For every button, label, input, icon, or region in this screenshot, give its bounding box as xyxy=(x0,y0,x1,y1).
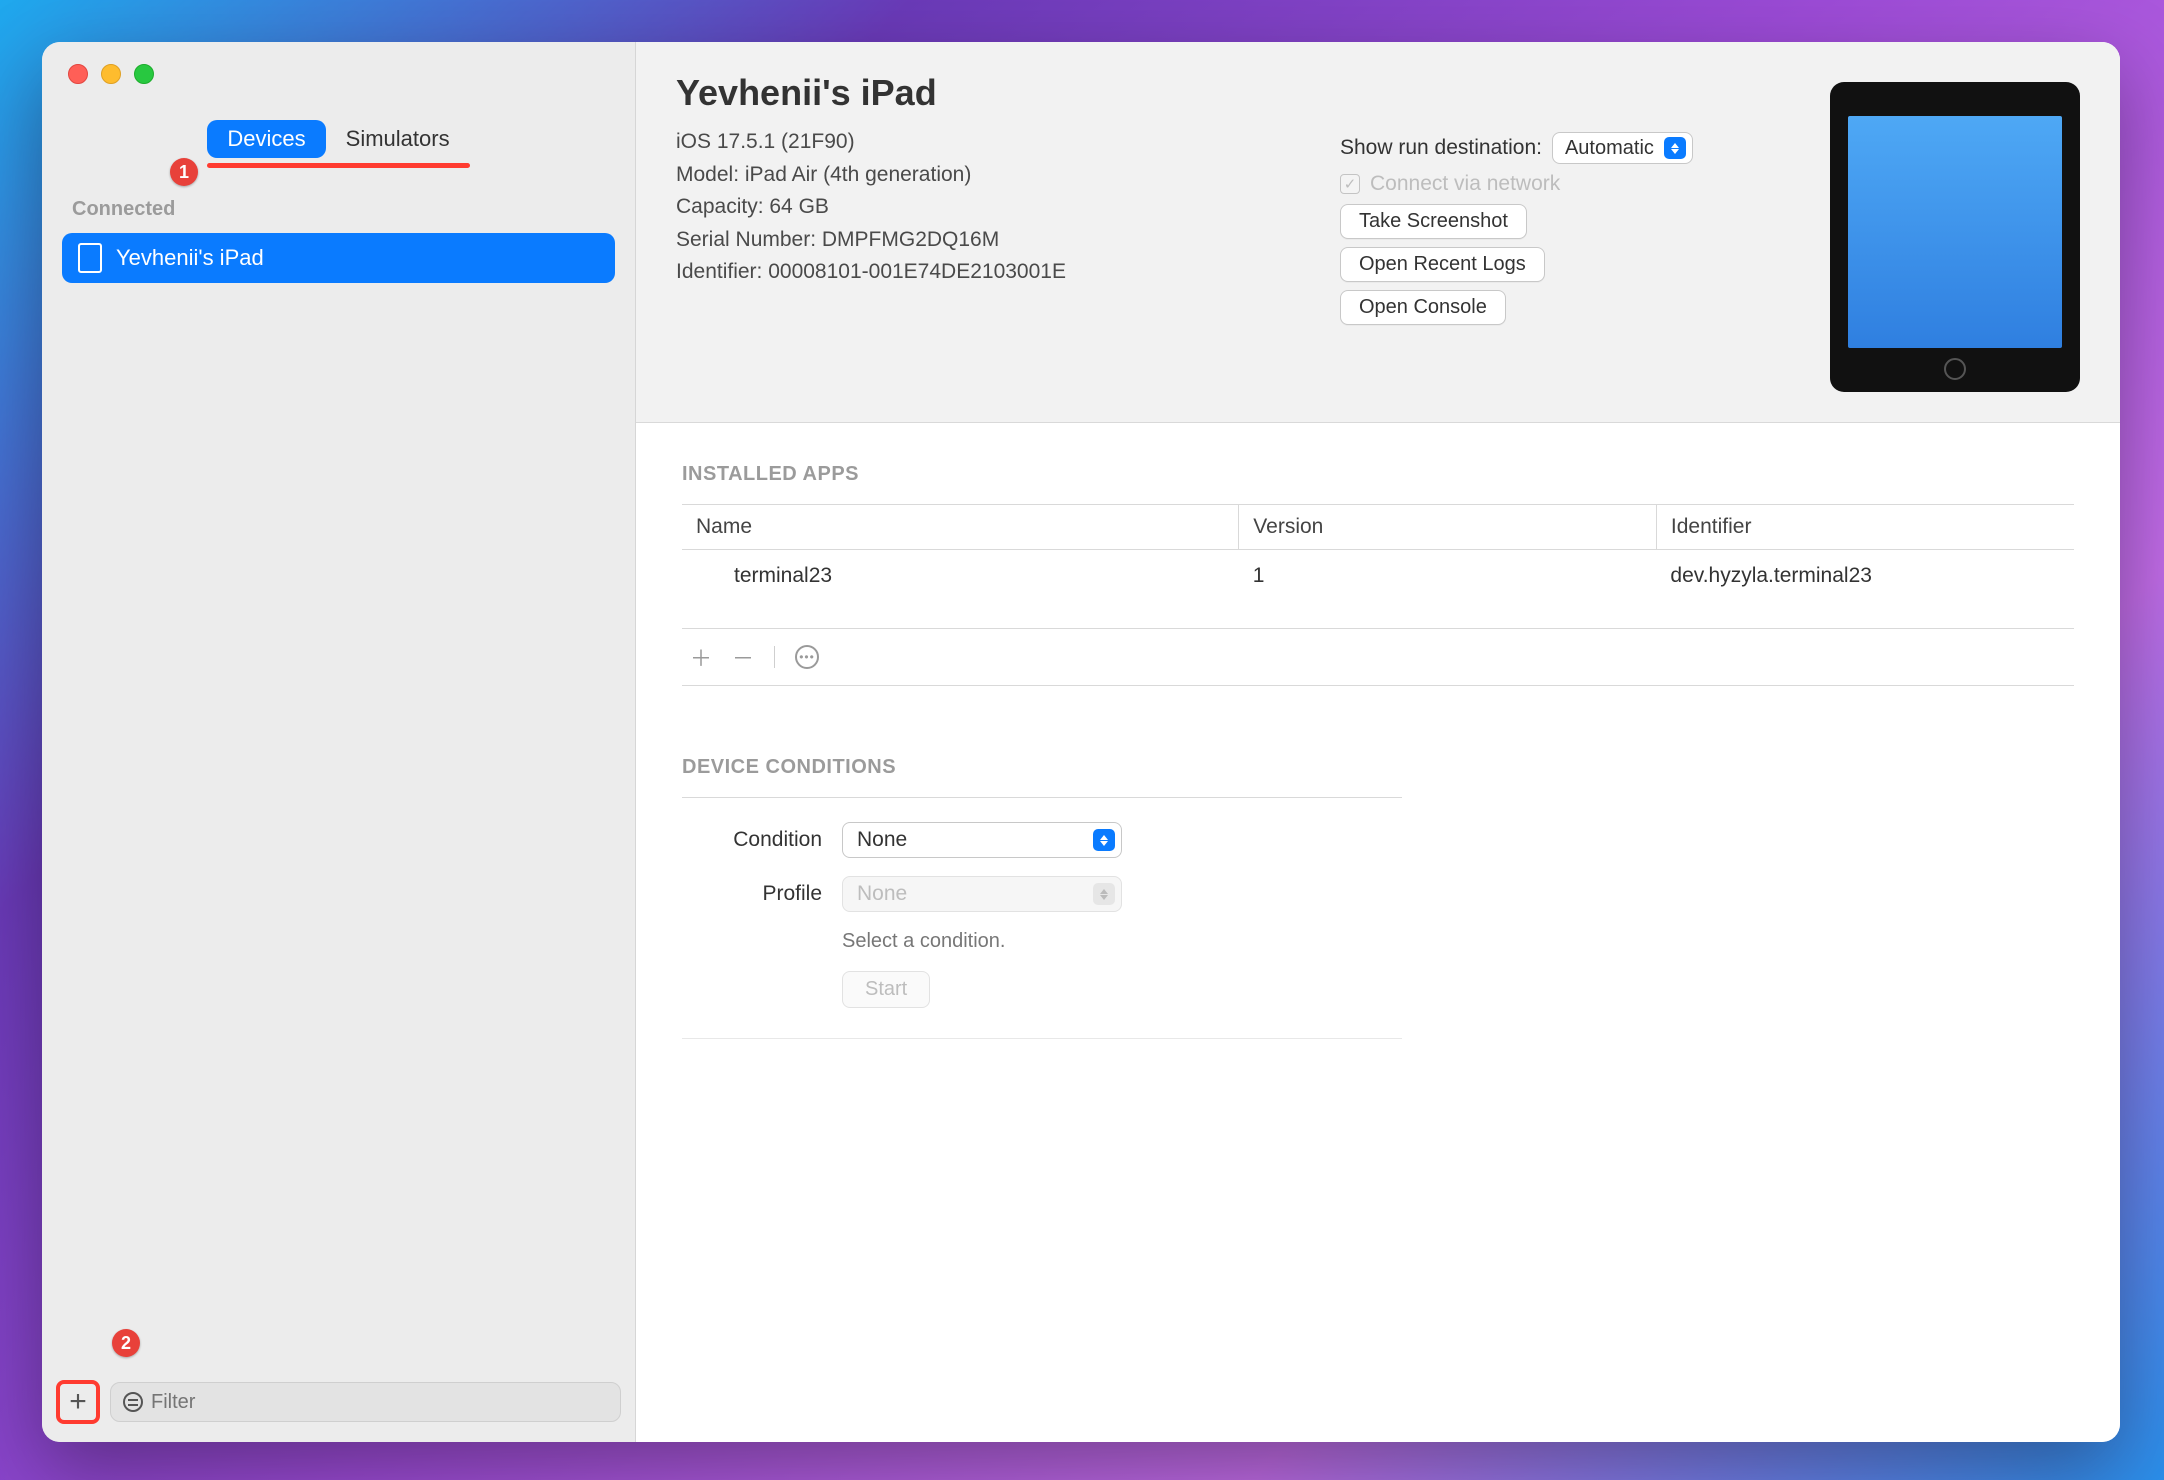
maximize-window-button[interactable] xyxy=(134,64,154,84)
device-actions: Show run destination: Automatic ✓ Connec… xyxy=(1340,72,1760,392)
connect-network-checkbox: ✓ xyxy=(1340,174,1360,194)
remove-app-button[interactable]: － xyxy=(732,641,754,673)
device-capacity: Capacity: 64 GB xyxy=(676,191,1340,224)
device-header: Yevhenii's iPad iOS 17.5.1 (21F90) Model… xyxy=(636,42,2120,423)
col-version[interactable]: Version xyxy=(1239,505,1657,550)
condition-select[interactable]: None xyxy=(842,822,1122,858)
condition-label: Condition xyxy=(682,828,822,852)
sidebar: Devices Simulators 1 Connected Yevhenii'… xyxy=(42,42,636,1442)
app-identifier: dev.hyzyla.terminal23 xyxy=(1656,550,2074,603)
run-destination-select[interactable]: Automatic xyxy=(1552,132,1693,164)
connect-network-label: Connect via network xyxy=(1370,172,1560,196)
device-image-wrap xyxy=(1760,72,2080,392)
sidebar-device-row[interactable]: Yevhenii's iPad xyxy=(62,233,615,283)
start-button: Start xyxy=(842,971,930,1008)
sidebar-device-name: Yevhenii's iPad xyxy=(116,245,264,271)
close-window-button[interactable] xyxy=(68,64,88,84)
profile-select: None xyxy=(842,876,1122,912)
condition-value: None xyxy=(857,828,907,852)
filter-icon xyxy=(123,1392,143,1412)
sidebar-section-connected: Connected xyxy=(42,158,635,229)
separator xyxy=(774,646,775,668)
table-header-row: Name Version Identifier xyxy=(682,505,2074,550)
open-recent-logs-button[interactable]: Open Recent Logs xyxy=(1340,247,1545,282)
add-button[interactable]: + xyxy=(56,1380,100,1424)
ipad-screen xyxy=(1848,116,2062,348)
profile-label: Profile xyxy=(682,882,822,906)
run-destination-label: Show run destination: xyxy=(1340,136,1542,160)
device-conditions-section: DEVICE CONDITIONS Condition None Profile… xyxy=(682,756,2074,1039)
app-version: 1 xyxy=(1239,550,1657,603)
ipad-icon xyxy=(78,243,102,273)
minimize-window-button[interactable] xyxy=(101,64,121,84)
run-destination-value: Automatic xyxy=(1565,137,1654,160)
take-screenshot-button[interactable]: Take Screenshot xyxy=(1340,204,1527,239)
tab-devices[interactable]: Devices xyxy=(207,120,325,158)
col-identifier[interactable]: Identifier xyxy=(1656,505,2074,550)
device-serial: Serial Number: DMPFMG2DQ16M xyxy=(676,224,1340,257)
annotation-badge-1: 1 xyxy=(170,158,198,186)
app-name: terminal23 xyxy=(682,550,1239,603)
table-row[interactable]: terminal23 1 dev.hyzyla.terminal23 xyxy=(682,550,2074,603)
profile-value: None xyxy=(857,882,907,906)
device-os: iOS 17.5.1 (21F90) xyxy=(676,126,1340,159)
more-actions-button[interactable]: ••• xyxy=(795,645,819,669)
open-console-button[interactable]: Open Console xyxy=(1340,290,1506,325)
annotation-badge-2: 2 xyxy=(112,1329,140,1357)
filter-input[interactable] xyxy=(151,1391,608,1414)
ipad-home-button-icon xyxy=(1944,358,1966,380)
installed-apps-table: Name Version Identifier terminal23 1 dev… xyxy=(682,504,2074,602)
condition-hint: Select a condition. xyxy=(842,930,1402,953)
device-info: Yevhenii's iPad iOS 17.5.1 (21F90) Model… xyxy=(676,72,1340,392)
apps-table-tools: ＋ － ••• xyxy=(682,628,2074,686)
chevron-updown-icon xyxy=(1664,137,1686,159)
sidebar-footer: + xyxy=(42,1370,635,1442)
annotation-underline xyxy=(207,163,469,168)
sidebar-tabs: Devices Simulators xyxy=(42,120,635,158)
device-model: Model: iPad Air (4th generation) xyxy=(676,159,1340,192)
chevron-updown-icon xyxy=(1093,829,1115,851)
main-panel: Yevhenii's iPad iOS 17.5.1 (21F90) Model… xyxy=(636,42,2120,1442)
main-body: INSTALLED APPS Name Version Identifier t… xyxy=(636,423,2120,1442)
installed-apps-heading: INSTALLED APPS xyxy=(682,463,2074,486)
device-title: Yevhenii's iPad xyxy=(676,72,1340,114)
filter-field[interactable] xyxy=(110,1382,621,1422)
window-controls xyxy=(42,42,635,84)
device-conditions-heading: DEVICE CONDITIONS xyxy=(682,756,2074,779)
ipad-figure xyxy=(1830,82,2080,392)
tab-simulators[interactable]: Simulators xyxy=(326,120,470,158)
devices-window: Devices Simulators 1 Connected Yevhenii'… xyxy=(42,42,2120,1442)
device-identifier: Identifier: 00008101-001E74DE2103001E xyxy=(676,256,1340,289)
col-name[interactable]: Name xyxy=(682,505,1239,550)
chevron-updown-icon xyxy=(1093,883,1115,905)
add-app-button[interactable]: ＋ xyxy=(690,641,712,673)
